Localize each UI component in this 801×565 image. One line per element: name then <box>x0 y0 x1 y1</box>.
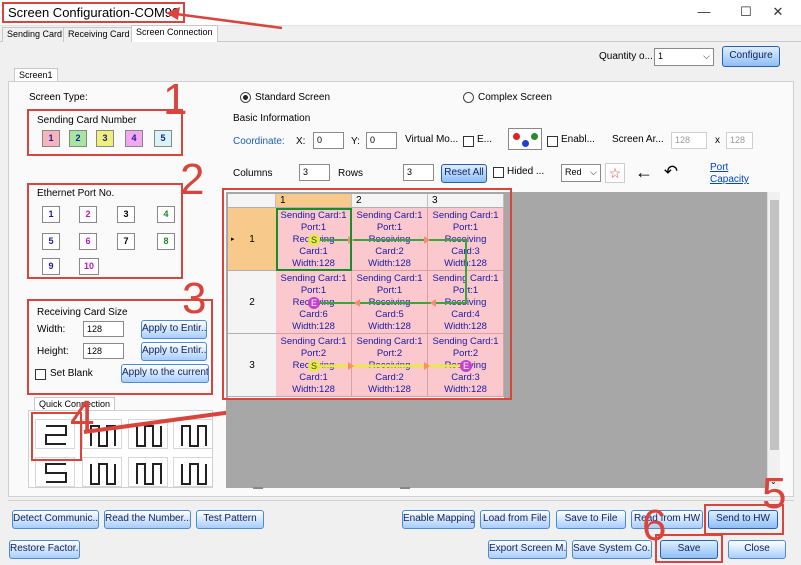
test-pattern-button[interactable]: Test Pattern <box>196 510 264 529</box>
detect-communication-button[interactable]: Detect Communic... <box>12 510 99 529</box>
annotation-number-5: 5 <box>762 469 787 518</box>
horizontal-scroll-marker[interactable] <box>400 487 410 489</box>
ethernet-port-3-button[interactable]: 3 <box>117 206 135 223</box>
sending-card-3-button[interactable]: 3 <box>96 130 114 147</box>
basic-info-title: Basic Information <box>233 113 311 124</box>
enable-mapping-button[interactable]: Enable Mapping <box>402 510 475 529</box>
screen-area-height-input[interactable]: 128 <box>726 132 753 149</box>
read-number-button[interactable]: Read the Number... <box>104 510 191 529</box>
reset-all-button[interactable]: Reset All <box>441 164 487 183</box>
x-coordinate-input[interactable]: 0 <box>313 132 344 149</box>
tab-sending-card[interactable]: Sending Card <box>2 27 68 42</box>
undo-icon[interactable]: ↶ <box>660 162 682 184</box>
chevron-down-icon: ⌵ <box>703 51 710 61</box>
set-blank-checkbox[interactable] <box>35 369 46 380</box>
standard-screen-label: Standard Screen <box>255 92 331 103</box>
width-input[interactable]: 128 <box>83 321 124 337</box>
minimize-button[interactable]: — <box>681 1 727 25</box>
vertical-scrollbar[interactable]: ⌄ <box>767 192 780 488</box>
hided-label: Hided ... <box>507 166 545 177</box>
y-coordinate-input[interactable]: 0 <box>366 132 397 149</box>
arrow-left-icon[interactable]: ← <box>632 162 656 184</box>
color-dots-icon[interactable] <box>508 128 542 150</box>
rows-input[interactable]: 3 <box>403 164 434 181</box>
tab-screen1[interactable]: Screen1 <box>14 68 58 81</box>
connection-pattern-thumb[interactable] <box>128 457 168 487</box>
x-label: X: <box>296 136 306 147</box>
quantity-select[interactable]: 1 ⌵ <box>654 48 714 66</box>
ethernet-port-1-button[interactable]: 1 <box>42 206 60 223</box>
ethernet-port-9-button[interactable]: 9 <box>42 258 60 275</box>
chevron-down-icon: ⌵ <box>590 167 597 177</box>
grid-highlight <box>222 188 512 400</box>
ethernet-port-6-button[interactable]: 6 <box>79 233 97 250</box>
annotation-number-2: 2 <box>180 155 205 204</box>
ethernet-port-5-button[interactable]: 5 <box>42 233 60 250</box>
height-label: Height: <box>37 346 69 357</box>
annotation-number-6: 6 <box>642 501 667 550</box>
coordinate-label: Coordinate: <box>233 136 285 147</box>
apply-to-entire-height-button[interactable]: Apply to Entir... <box>141 342 207 361</box>
tab-receiving-card[interactable]: Receiving Card <box>63 27 135 42</box>
columns-input[interactable]: 3 <box>299 164 330 181</box>
connection-pattern-thumb[interactable] <box>173 457 212 487</box>
virtual-mode-checkbox[interactable] <box>463 136 474 147</box>
set-blank-label: Set Blank <box>50 368 93 379</box>
restore-factory-button[interactable]: Restore Factor... <box>9 540 80 559</box>
standard-screen-radio[interactable] <box>240 92 251 103</box>
ethernet-port-10-button[interactable]: 10 <box>79 258 99 275</box>
sending-card-number-title: Sending Card Number <box>37 115 137 126</box>
tab-screen-connection[interactable]: Screen Connection <box>131 25 218 42</box>
height-input[interactable]: 128 <box>83 343 124 359</box>
connection-pattern-thumb[interactable] <box>35 457 75 487</box>
screen-area-x-label: x <box>715 135 720 146</box>
configure-button[interactable]: Configure <box>722 46 780 67</box>
load-from-file-button[interactable]: Load from File <box>480 510 550 529</box>
port-capacity-link-1[interactable]: Port <box>710 162 728 173</box>
hided-checkbox[interactable] <box>493 167 504 178</box>
complex-screen-radio[interactable] <box>463 92 474 103</box>
window-title: Screen Configuration-COM99 <box>2 2 186 23</box>
quantity-label: Quantity o... <box>599 51 653 62</box>
enable-label: Enabl... <box>561 134 595 145</box>
ethernet-port-4-button[interactable]: 4 <box>157 206 175 223</box>
ethernet-port-title: Ethernet Port No. <box>37 188 115 199</box>
sending-card-2-button[interactable]: 2 <box>69 130 87 147</box>
virtual-mode-e-label: E... <box>477 134 493 145</box>
rows-label: Rows <box>338 168 364 179</box>
enable-checkbox[interactable] <box>547 136 558 147</box>
annotation-number-1: 1 <box>163 75 188 124</box>
width-label: Width: <box>37 324 66 335</box>
close-window-button[interactable]: ✕ <box>755 1 801 25</box>
connection-pattern-thumb[interactable] <box>82 457 122 487</box>
sending-card-4-button[interactable]: 4 <box>125 130 143 147</box>
ethernet-port-8-button[interactable]: 8 <box>157 233 175 250</box>
scrollbar-thumb[interactable] <box>770 200 779 450</box>
complex-screen-label: Complex Screen <box>478 92 552 103</box>
screen-type-label: Screen Type: <box>29 92 88 103</box>
save-system-config-button[interactable]: Save System Co... <box>572 540 652 559</box>
close-button[interactable]: Close <box>728 540 786 559</box>
star-icon[interactable]: ☆ <box>605 163 625 183</box>
columns-label: Columns <box>233 168 273 179</box>
virtual-mode-label: Virtual Mo... <box>405 134 459 145</box>
screen-area-label: Screen Ar... <box>612 134 664 145</box>
ethernet-port-7-button[interactable]: 7 <box>117 233 135 250</box>
sending-card-1-button[interactable]: 1 <box>42 130 60 147</box>
export-screen-button[interactable]: Export Screen M... <box>488 540 567 559</box>
horizontal-scroll-marker[interactable] <box>253 487 263 489</box>
annotation-number-3: 3 <box>182 274 207 323</box>
divider <box>8 500 794 501</box>
sending-card-5-button[interactable]: 5 <box>154 130 172 147</box>
apply-to-current-button[interactable]: Apply to the current... <box>121 364 209 383</box>
color-select-value: Red <box>565 167 582 177</box>
receiving-card-size-title: Receiving Card Size <box>37 307 128 318</box>
save-to-file-button[interactable]: Save to File <box>556 510 626 529</box>
ethernet-port-2-button[interactable]: 2 <box>79 206 97 223</box>
quantity-value: 1 <box>658 51 664 61</box>
y-label: Y: <box>351 136 360 147</box>
color-select[interactable]: Red ⌵ <box>561 164 601 182</box>
screen-area-width-input[interactable]: 128 <box>671 132 707 149</box>
port-capacity-link-2[interactable]: Capacity <box>710 174 749 185</box>
